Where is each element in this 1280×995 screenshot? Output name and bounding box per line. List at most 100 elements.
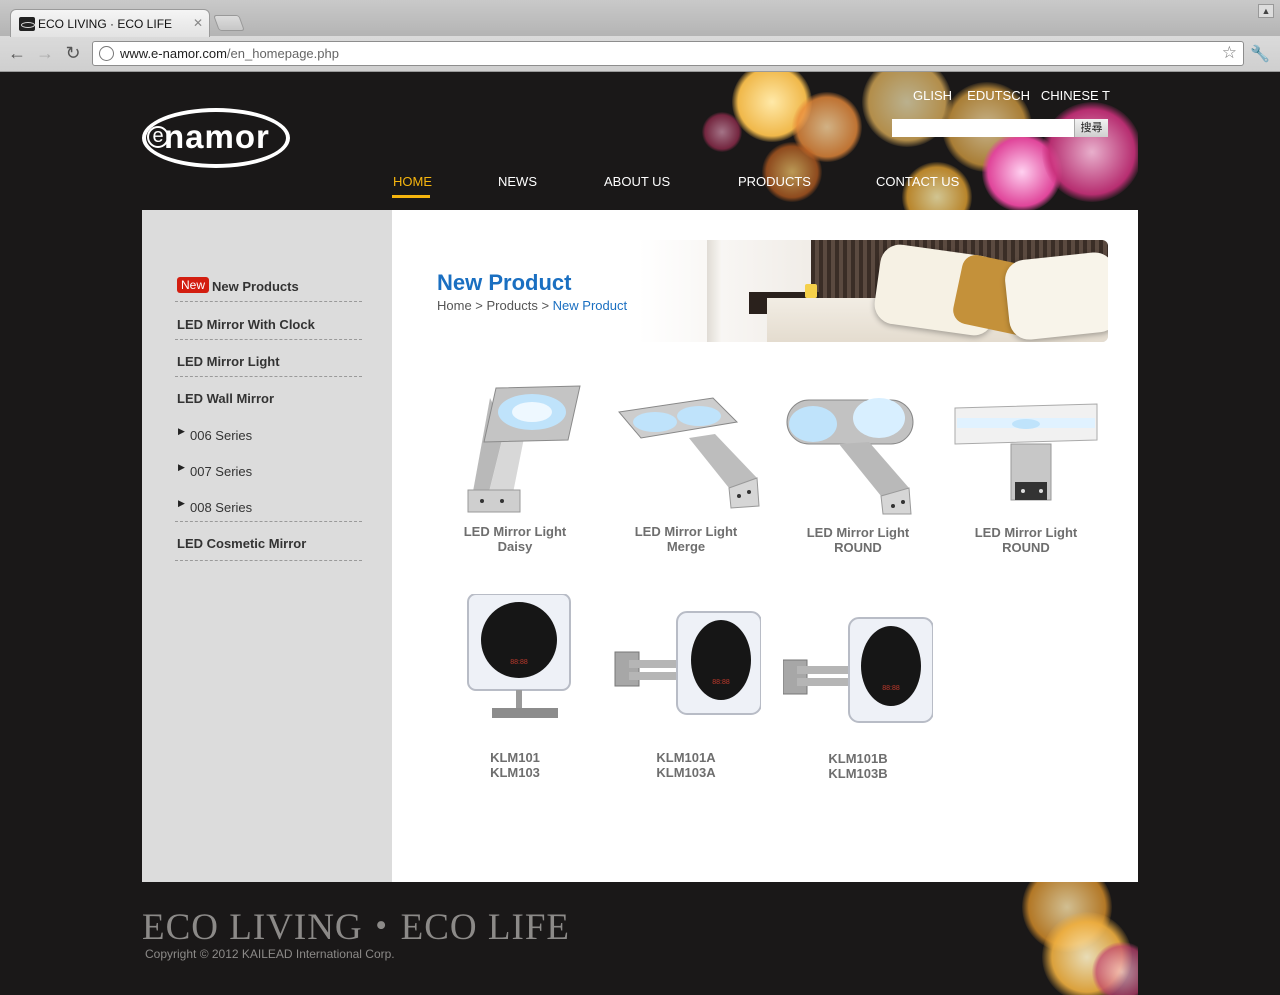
nav-home[interactable]: HOME [393, 174, 432, 189]
wall-mirror-icon: 88:88 [783, 617, 933, 723]
sidebar-item-label: LED Mirror Light [177, 354, 280, 369]
sidebar-subitem-008-series[interactable]: ▶ 008 Series [175, 486, 362, 522]
new-tab-button[interactable] [213, 15, 245, 31]
url-path: /en_homepage.php [226, 46, 339, 61]
tab-strip: ECO LIVING · ECO LIFE ✕ ▲ [0, 0, 1280, 37]
svg-text:88:88: 88:88 [712, 679, 730, 686]
site-footer: ECO LIVING・ECO LIFE Copyright © 2012 KAI… [142, 882, 1138, 995]
sidebar-item-led-wall-mirror[interactable]: LED Wall Mirror [175, 377, 362, 414]
product-name: LED Mirror Light [634, 524, 738, 539]
product-model: Daisy [497, 539, 533, 554]
candle-icon [805, 284, 817, 298]
product-model: KLM101 [490, 750, 540, 765]
bokeh-light [762, 142, 822, 202]
nav-news[interactable]: NEWS [498, 174, 537, 189]
breadcrumb-sep: > [537, 298, 553, 313]
product-model: ROUND [1002, 540, 1050, 555]
browser-chrome: ECO LIVING · ECO LIFE ✕ ▲ ← → ↻ www.e-na… [0, 0, 1280, 72]
breadcrumb: Home > Products > New Product [437, 298, 627, 313]
product-card[interactable]: LED Mirror Light Daisy [440, 378, 590, 578]
tab-close-icon[interactable]: ✕ [193, 16, 203, 30]
product-model: ROUND [834, 540, 882, 555]
sidebar-item-label: New Products [212, 279, 299, 294]
light-daisy-icon [467, 385, 581, 513]
logo-word: namor [164, 118, 270, 155]
breadcrumb-sep: > [471, 298, 487, 313]
page-banner: New Product Home > Products > New Produc… [437, 240, 1108, 342]
product-card[interactable]: LED Mirror Light ROUND [783, 378, 933, 578]
website: e namor GLISH EDUTSCH CHINESE T 搜尋 HOME … [142, 72, 1138, 995]
sidebar-item-label: LED Wall Mirror [177, 391, 275, 406]
sidebar-item-led-mirror-with-clock[interactable]: LED Mirror With Clock [175, 303, 362, 340]
back-icon[interactable]: ← [6, 42, 28, 64]
svg-text:88:88: 88:88 [882, 685, 900, 692]
bokeh-light [702, 112, 742, 152]
breadcrumb-current: New Product [552, 298, 628, 313]
tab-title: ECO LIVING · ECO LIFE [38, 17, 173, 31]
browser-tab[interactable]: ECO LIVING · ECO LIFE ✕ [10, 9, 210, 37]
lang-chinese[interactable]: CHINESE T [1041, 88, 1110, 103]
url-text[interactable]: www.e-namor.com/en_homepage.php [120, 46, 339, 61]
sidebar-subitem-label: 006 Series [190, 428, 253, 443]
sidebar-item-label: LED Mirror With Clock [177, 317, 315, 332]
new-badge: New [177, 277, 210, 293]
sidebar-item-led-cosmetic-mirror[interactable]: LED Cosmetic Mirror [175, 522, 362, 561]
sidebar-item-new-products[interactable]: New New Products [175, 265, 362, 302]
enamor-logo[interactable]: e namor [142, 108, 290, 168]
product-model: Merge [666, 539, 706, 554]
sidebar-item-label: LED Cosmetic Mirror [177, 536, 307, 551]
light-round-icon [786, 398, 914, 515]
product-name: LED Mirror Light [806, 525, 910, 540]
product-card[interactable]: 88:88 KLM101 KLM103 [440, 594, 590, 794]
sidebar-subitem-006-series[interactable]: ▶ 006 Series [175, 414, 362, 450]
lang-deutsch[interactable]: EDUTSCH [967, 88, 1030, 103]
window-menu-icon[interactable]: ▲ [1258, 4, 1274, 18]
copyright-text: Copyright © 2012 KAILEAD International C… [145, 947, 395, 961]
main-content: New Product Home > Products > New Produc… [392, 210, 1138, 923]
favicon-icon [19, 17, 35, 31]
product-card[interactable]: 88:88 KLM101A KLM103A [611, 594, 761, 794]
product-card[interactable]: LED Mirror Light ROUND [951, 378, 1101, 578]
nav-products[interactable]: PRODUCTS [738, 174, 811, 189]
forward-icon[interactable]: → [34, 42, 56, 64]
product-card[interactable]: 88:88 KLM101B KLM103B [783, 594, 933, 794]
product-card[interactable]: LED Mirror Light Merge [611, 378, 761, 578]
nav-active-underline [392, 195, 430, 198]
banner-pillow [1003, 250, 1108, 342]
sidebar-subitem-label: 008 Series [190, 500, 253, 515]
triangle-right-icon: ▶ [178, 498, 185, 508]
light-merge-icon [618, 397, 760, 509]
sidebar-subitem-label: 007 Series [190, 464, 253, 479]
wrench-icon[interactable]: 🔧 [1250, 44, 1270, 64]
page-title: New Product [437, 270, 572, 295]
breadcrumb-products[interactable]: Products [487, 298, 538, 313]
product-name: LED Mirror Light [463, 524, 567, 539]
product-name: LED Mirror Light [974, 525, 1078, 540]
footer-slogan: ECO LIVING・ECO LIFE [142, 907, 571, 948]
triangle-right-icon: ▶ [178, 462, 185, 472]
reload-icon[interactable]: ↻ [62, 42, 84, 64]
address-bar[interactable]: www.e-namor.com/en_homepage.php ☆ [92, 41, 1244, 66]
banner-lamp [707, 240, 721, 342]
search-button[interactable]: 搜尋 [1074, 119, 1108, 137]
globe-icon [99, 46, 114, 61]
wall-mirror-icon: 88:88 [614, 611, 761, 715]
nav-contact-us[interactable]: CONTACT US [876, 174, 959, 189]
search-input[interactable] [892, 119, 1074, 137]
sidebar: New New Products LED Mirror With Clock L… [142, 210, 392, 882]
product-model: KLM101B [828, 751, 888, 766]
url-domain: www.e-namor.com [120, 46, 227, 61]
product-model: KLM103B [828, 766, 888, 781]
browser-toolbar: ← → ↻ www.e-namor.com/en_homepage.php ☆ … [0, 36, 1280, 72]
svg-text:88:88: 88:88 [510, 659, 528, 666]
sidebar-item-led-mirror-light[interactable]: LED Mirror Light [175, 340, 362, 377]
lang-english[interactable]: GLISH [913, 88, 952, 103]
nav-about-us[interactable]: ABOUT US [604, 174, 670, 189]
bookmark-star-icon[interactable]: ☆ [1222, 43, 1237, 63]
standing-mirror-icon: 88:88 [467, 594, 571, 718]
site-search: 搜尋 [892, 119, 1108, 137]
sidebar-subitem-007-series[interactable]: ▶ 007 Series [175, 450, 362, 486]
breadcrumb-home[interactable]: Home [437, 298, 472, 313]
product-model: KLM101A [656, 750, 716, 765]
product-model: KLM103A [656, 765, 716, 780]
